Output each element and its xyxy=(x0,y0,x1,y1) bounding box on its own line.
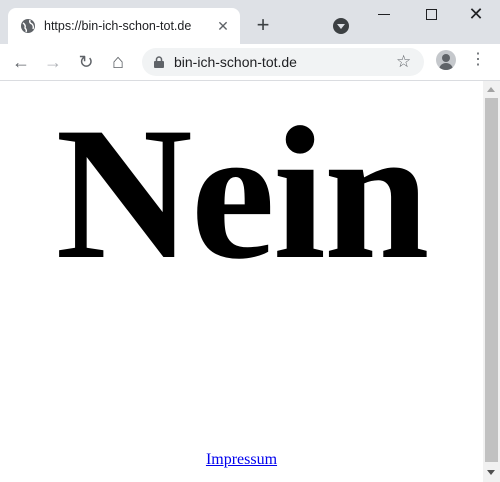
window-close-button[interactable]: ✕ xyxy=(466,4,486,24)
maximize-button[interactable] xyxy=(426,9,437,20)
bookmark-star-icon[interactable]: ☆ xyxy=(396,53,411,71)
footer: Impressum xyxy=(0,451,483,469)
page-viewport: Nein Impressum xyxy=(0,81,483,482)
tab-search-icon[interactable] xyxy=(333,18,349,34)
scroll-down-arrow-icon[interactable] xyxy=(487,470,495,475)
scroll-up-arrow-icon[interactable] xyxy=(487,87,495,92)
scrollbar-thumb[interactable] xyxy=(485,98,498,462)
page-headline: Nein xyxy=(55,89,430,299)
globe-icon xyxy=(21,19,35,33)
minimize-button[interactable] xyxy=(378,14,390,15)
browser-toolbar: ← → ↻ ⌂ bin-ich-schon-tot.de ☆ xyxy=(0,44,500,81)
back-arrow-icon[interactable]: ← xyxy=(12,53,30,71)
url-text[interactable]: bin-ich-schon-tot.de xyxy=(174,54,297,70)
menu-dots-icon[interactable]: ⋮ xyxy=(470,51,486,69)
address-bar[interactable]: bin-ich-schon-tot.de ☆ xyxy=(142,48,424,76)
active-tab[interactable]: https://bin-ich-schon-tot.de ✕ xyxy=(8,8,240,44)
profile-avatar-icon[interactable] xyxy=(436,50,456,70)
tab-title: https://bin-ich-schon-tot.de xyxy=(44,19,192,33)
impressum-link[interactable]: Impressum xyxy=(206,451,277,468)
lock-icon[interactable] xyxy=(154,56,164,68)
new-tab-button[interactable]: + xyxy=(252,14,274,36)
reload-icon[interactable]: ↻ xyxy=(77,53,95,71)
home-icon[interactable]: ⌂ xyxy=(109,52,127,72)
vertical-scrollbar[interactable] xyxy=(483,81,500,482)
forward-arrow-icon[interactable]: → xyxy=(44,53,62,71)
tab-close-icon[interactable]: ✕ xyxy=(215,18,231,34)
tab-strip: https://bin-ich-schon-tot.de ✕ + ✕ xyxy=(0,0,500,44)
